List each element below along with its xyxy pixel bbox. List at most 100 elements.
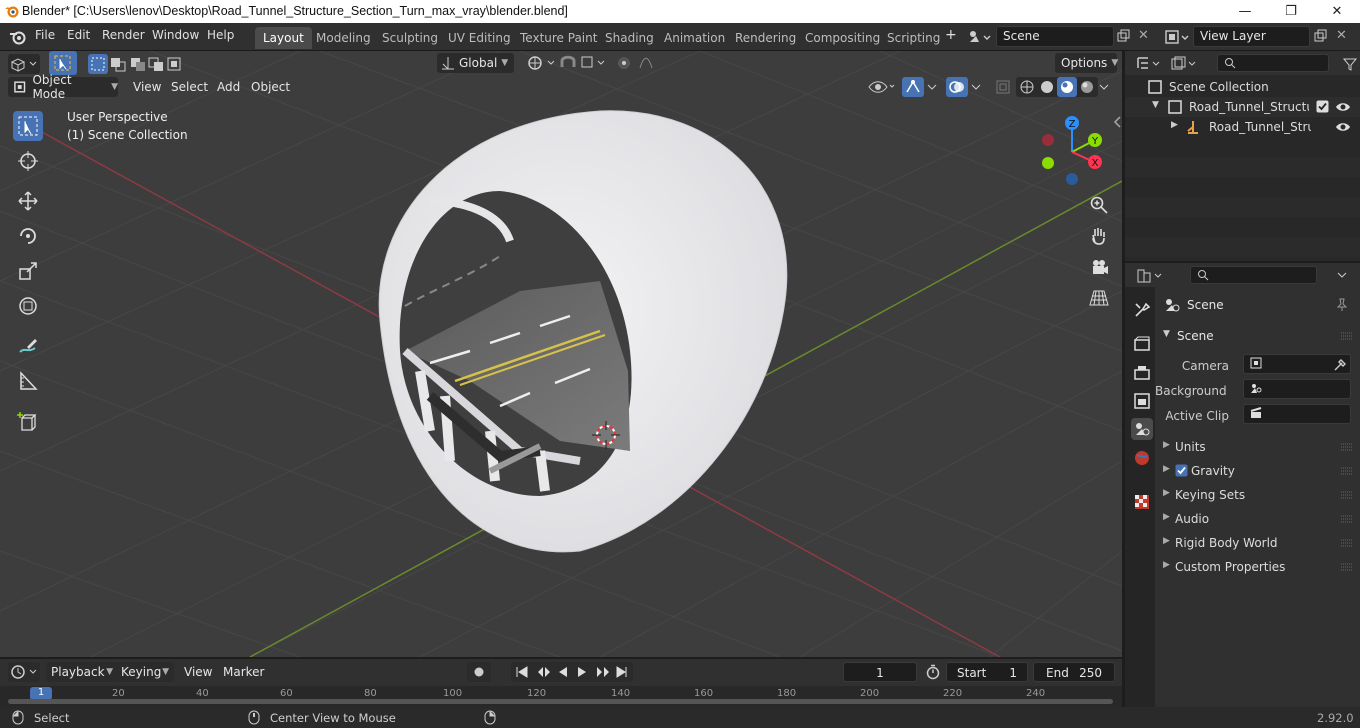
menu-file[interactable]: File xyxy=(35,28,55,42)
drag-handle-icon[interactable] xyxy=(1341,332,1353,340)
world-tab-icon[interactable] xyxy=(1131,447,1153,469)
scene-icon[interactable] xyxy=(967,28,993,46)
menu-help[interactable]: Help xyxy=(207,28,234,42)
stopwatch-icon[interactable] xyxy=(925,664,941,680)
custom-properties-panel-header[interactable]: ▶ Custom Properties xyxy=(1155,555,1360,579)
timeline-editor-type-button[interactable] xyxy=(8,662,40,682)
camera-view-button[interactable] xyxy=(1086,254,1112,280)
audio-panel-header[interactable]: ▶ Audio xyxy=(1155,507,1360,531)
menu-edit[interactable]: Edit xyxy=(67,28,90,42)
viewport-menu-select[interactable]: Select xyxy=(171,80,208,94)
timeline-menu-marker[interactable]: Marker xyxy=(223,665,264,679)
maximize-button[interactable]: ❐ xyxy=(1268,0,1314,23)
outliner-row-scene-collection[interactable]: Scene Collection xyxy=(1125,77,1360,97)
drag-handle-icon[interactable] xyxy=(1341,467,1353,475)
timeline-menu-view[interactable]: View xyxy=(184,665,212,679)
properties-editor-icon[interactable] xyxy=(1135,267,1165,285)
eye-icon[interactable] xyxy=(1335,100,1351,114)
gravity-panel-header[interactable]: ▶ Gravity xyxy=(1155,459,1360,483)
tab-scripting[interactable]: Scripting xyxy=(879,27,948,49)
menu-window[interactable]: Window xyxy=(152,28,199,42)
perspective-toggle-button[interactable] xyxy=(1086,285,1112,311)
scene-selector[interactable]: Scene xyxy=(996,26,1114,47)
drag-handle-icon[interactable] xyxy=(1341,515,1353,523)
scene-panel-header[interactable]: ▼ Scene xyxy=(1155,323,1360,349)
outliner-row-collection[interactable]: ▼ Road_Tunnel_Structure_S xyxy=(1125,97,1360,117)
properties-search-input[interactable] xyxy=(1190,266,1317,284)
menu-render[interactable]: Render xyxy=(102,28,145,42)
tab-modeling[interactable]: Modeling xyxy=(308,27,379,49)
record-button[interactable] xyxy=(467,662,491,682)
shading-dropdown-icon[interactable] xyxy=(1098,79,1110,95)
editor-type-button[interactable] xyxy=(8,54,40,74)
annotate-tool[interactable] xyxy=(13,331,43,361)
viewport-menu-object[interactable]: Object xyxy=(251,80,290,94)
viewport-menu-view[interactable]: View xyxy=(133,80,161,94)
eye-icon[interactable] xyxy=(1335,120,1351,134)
gravity-checkbox[interactable] xyxy=(1175,464,1188,477)
minimize-button[interactable]: — xyxy=(1222,0,1268,23)
drag-handle-icon[interactable] xyxy=(1341,539,1353,547)
tab-compositing[interactable]: Compositing xyxy=(797,27,888,49)
gizmo-toggle-button[interactable] xyxy=(902,77,924,97)
overlays-toggle-button[interactable] xyxy=(946,77,968,97)
add-cube-tool[interactable] xyxy=(13,406,43,436)
rotate-tool[interactable] xyxy=(13,221,43,251)
end-frame-field[interactable]: End 250 xyxy=(1033,662,1115,682)
tab-shading[interactable]: Shading xyxy=(597,27,662,49)
playback-controls[interactable] xyxy=(511,662,633,682)
outliner-editor-icon[interactable] xyxy=(1135,55,1165,73)
display-mode-icon[interactable] xyxy=(1169,55,1199,73)
remove-view-layer-icon[interactable]: ✕ xyxy=(1336,28,1347,43)
keying-menu[interactable]: Keying ▼ xyxy=(116,662,174,682)
outliner-row-object[interactable]: ▶ Road_Tunnel_Structu xyxy=(1125,117,1360,137)
output-tab-icon[interactable] xyxy=(1131,362,1153,384)
3d-viewport[interactable]: Global ▼ Options ▼ Object Mode ▼ View Se… xyxy=(0,51,1122,657)
tab-sculpting[interactable]: Sculpting xyxy=(374,27,446,49)
tab-layout[interactable]: Layout xyxy=(255,27,312,49)
drag-handle-icon[interactable] xyxy=(1341,563,1353,571)
timeline-scrollbar[interactable] xyxy=(8,699,1113,704)
scale-tool[interactable] xyxy=(13,256,43,286)
close-window-button[interactable]: ✕ xyxy=(1314,0,1360,23)
texture-tab-icon[interactable] xyxy=(1131,491,1153,513)
scene-tab[interactable] xyxy=(1131,418,1153,440)
keying-sets-panel-header[interactable]: ▶ Keying Sets xyxy=(1155,483,1360,507)
viewport-menu-add[interactable]: Add xyxy=(217,80,240,94)
start-frame-field[interactable]: Start 1 xyxy=(946,662,1028,682)
playback-menu[interactable]: Playback ▼ xyxy=(46,662,118,682)
drag-handle-icon[interactable] xyxy=(1341,491,1353,499)
outliner-search-input[interactable] xyxy=(1217,54,1329,72)
options-dropdown[interactable]: Options ▼ xyxy=(1055,53,1118,73)
sidebar-toggle-icon[interactable] xyxy=(1113,115,1122,129)
shading-mode-buttons[interactable] xyxy=(1016,77,1098,97)
snap-icon[interactable] xyxy=(558,53,610,73)
xray-toggle-icon[interactable] xyxy=(992,77,1014,97)
gizmo-dropdown-icon[interactable] xyxy=(926,79,938,95)
tool-tab-icon[interactable] xyxy=(1131,299,1153,321)
view-layer-tab-icon[interactable] xyxy=(1131,390,1153,412)
pin-icon[interactable] xyxy=(1335,298,1349,312)
tab-texture-paint[interactable]: Texture Paint xyxy=(512,27,605,49)
select-tool-mode-button[interactable] xyxy=(49,51,77,75)
tab-animation[interactable]: Animation xyxy=(656,27,733,49)
pivot-point-icon[interactable] xyxy=(522,53,562,73)
view-layer-selector[interactable]: View Layer xyxy=(1193,26,1310,47)
transform-orientation-dropdown[interactable]: Global ▼ xyxy=(437,53,514,73)
transform-tool[interactable] xyxy=(13,291,43,321)
cursor-tool[interactable] xyxy=(13,146,43,176)
pan-button[interactable] xyxy=(1086,223,1112,249)
remove-scene-icon[interactable]: ✕ xyxy=(1138,28,1149,43)
navigation-gizmo[interactable]: Z Y X xyxy=(1036,115,1112,187)
select-box-tool[interactable] xyxy=(13,111,43,141)
overlays-dropdown-icon[interactable] xyxy=(970,79,982,95)
duplicate-view-layer-icon[interactable] xyxy=(1314,29,1328,43)
add-workspace-button[interactable]: + xyxy=(945,27,957,43)
selection-mode-buttons[interactable] xyxy=(87,53,185,75)
zoom-button[interactable] xyxy=(1086,192,1112,218)
active-clip-field[interactable] xyxy=(1243,404,1351,424)
expand-arrow-icon[interactable]: ▼ xyxy=(1152,100,1159,110)
current-frame-field[interactable]: 1 xyxy=(843,662,917,682)
eyedropper-icon[interactable] xyxy=(1333,358,1347,372)
duplicate-scene-icon[interactable] xyxy=(1117,29,1131,43)
